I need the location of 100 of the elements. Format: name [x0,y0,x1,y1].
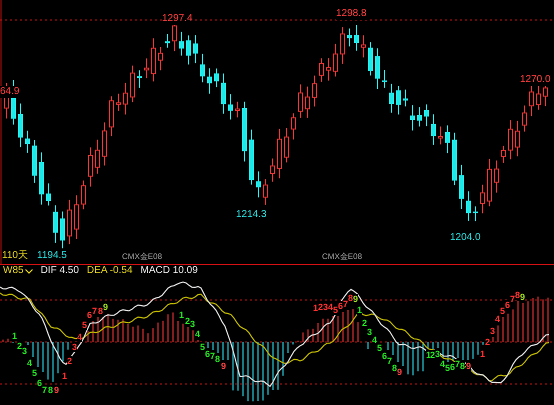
candlestick [109,96,114,137]
candlestick [249,129,254,186]
contract-label: CMX金E08 [322,252,362,262]
td-count: 1 [179,310,184,320]
td-count: 5 [377,343,382,353]
price-label: 1270.0 [520,74,551,86]
candlestick [382,70,387,88]
td-count: 9 [103,302,108,312]
td-count: 9 [466,361,472,371]
candlestick [270,158,275,182]
candlestick [263,178,268,206]
price-label: 64.9 [0,86,20,98]
candlestick [459,164,464,210]
contract-label: CMX金E08 [122,252,162,262]
candlestick [438,126,443,145]
candlestick [46,182,51,206]
period-label: 110天 [2,250,28,262]
td-count: 6 [338,301,344,311]
td-count: 3 [490,326,496,336]
indicator-selector[interactable]: W85 [3,265,33,277]
td-count: 3 [323,302,328,312]
td-count: 2 [485,337,490,347]
candlestick [95,139,100,174]
candlestick [193,34,198,64]
td-count: 8 [98,306,104,316]
td-count: 9 [397,367,402,377]
candlestick [480,184,485,214]
candlestick [515,120,520,157]
candlestick [466,190,471,222]
td-count: 7 [210,351,216,361]
candlestick [389,83,394,114]
candlestick [417,106,422,128]
candlestick [242,101,247,162]
td-count: 4 [27,358,32,368]
td-count: 1 [357,305,362,315]
td-count: 7 [343,299,348,309]
candlestick [452,132,457,186]
candlestick [18,103,23,148]
candlestick [214,68,219,88]
td-count: 1 [62,371,68,381]
td-count: 8 [348,293,354,303]
candlestick [165,33,170,48]
td-count: 7 [510,294,516,304]
candlestick [284,128,289,163]
td-count: 6 [87,310,92,320]
td-count: 6 [450,362,456,372]
candlestick [221,72,226,114]
td-count: 4 [372,335,378,345]
candlestick [130,65,135,103]
candlestick [340,26,345,64]
td-count: 8 [215,354,220,364]
td-count: 6 [505,300,510,310]
candlestick [410,104,415,132]
candlestick [277,128,282,179]
candlestick [158,46,163,71]
candlestick [508,120,513,160]
candlestick [123,82,128,115]
td-count: 4 [440,359,446,369]
td-count: 4 [495,314,500,324]
candlestick [494,160,499,194]
candlestick [25,130,30,154]
td-count: 9 [221,361,226,371]
candlestick [144,58,149,79]
candlestick [529,86,534,117]
candlestick [368,42,373,76]
candlestick [53,204,58,244]
candlestick [228,94,233,120]
td-count: 1 [313,303,318,313]
td-count: 9 [520,292,526,302]
td-count: 5 [82,320,88,330]
td-count: 3 [435,349,440,359]
candlestick [60,211,65,249]
td-count: 2 [430,350,436,360]
candlestick [522,105,527,132]
candlestick [347,28,352,47]
candlestick [256,170,261,198]
candlestick [305,86,310,118]
candlestick [200,53,205,83]
td-count: 7 [42,385,48,395]
td-count: 9 [54,385,60,395]
td-count: 2 [17,341,22,351]
td-count: 4 [328,302,334,312]
candlestick [151,38,156,82]
candlestick [403,89,408,107]
candlestick [396,86,401,115]
td-count: 3 [72,342,78,352]
td-count: 8 [48,385,54,395]
candlestick [235,101,240,118]
candlestick [361,34,366,58]
td-count: 6 [382,351,388,361]
candlestick [326,58,331,82]
td-count: 8 [392,363,398,373]
td-count: 7 [455,359,460,369]
macd-value: MACD 10.09 [140,265,198,277]
candlestick [501,145,506,164]
candlestick [319,58,324,82]
td-count: 5 [200,342,206,352]
candlestick [424,104,429,127]
td-count: 1 [12,331,18,341]
td-count: 3 [190,319,196,329]
